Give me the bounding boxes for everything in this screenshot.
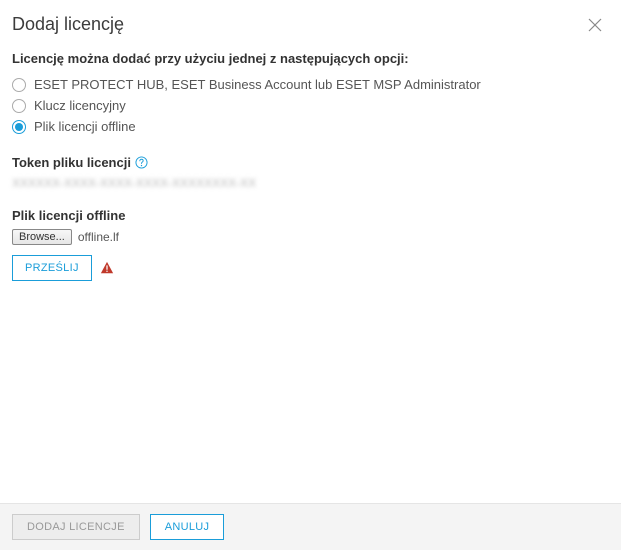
radio-option-offline[interactable]: Plik licencji offline xyxy=(12,116,609,137)
dialog-content: Licencję można dodać przy użyciu jednej … xyxy=(0,51,621,281)
file-row: Browse... offline.lf xyxy=(12,229,609,245)
file-name: offline.lf xyxy=(78,230,119,244)
browse-button[interactable]: Browse... xyxy=(12,229,72,245)
radio-icon xyxy=(12,99,26,113)
token-group: Token pliku licencji XXXXXX-XXXX-XXXX-XX… xyxy=(12,155,609,190)
upload-row: PRZEŚLIJ xyxy=(12,255,609,281)
help-icon[interactable] xyxy=(135,156,148,169)
file-group: Plik licencji offline Browse... offline.… xyxy=(12,208,609,281)
token-label: Token pliku licencji xyxy=(12,155,131,170)
token-label-row: Token pliku licencji xyxy=(12,155,609,170)
cancel-button[interactable]: ANULUJ xyxy=(150,514,225,540)
radio-label: Plik licencji offline xyxy=(34,119,136,134)
radio-icon xyxy=(12,78,26,92)
close-icon xyxy=(588,18,602,32)
upload-button[interactable]: PRZEŚLIJ xyxy=(12,255,92,281)
file-label: Plik licencji offline xyxy=(12,208,609,223)
options-heading: Licencję można dodać przy użyciu jednej … xyxy=(12,51,609,66)
radio-icon-selected xyxy=(12,120,26,134)
close-button[interactable] xyxy=(585,15,605,35)
token-value: XXXXXX-XXXX-XXXX-XXXX-XXXXXXXX-XX xyxy=(12,176,609,190)
dialog-title: Dodaj licencję xyxy=(12,14,124,35)
radio-label: Klucz licencyjny xyxy=(34,98,126,113)
dialog-footer: DODAJ LICENCJE ANULUJ xyxy=(0,503,621,550)
dialog-header: Dodaj licencję xyxy=(0,0,621,45)
warning-icon xyxy=(100,261,114,275)
radio-label: ESET PROTECT HUB, ESET Business Account … xyxy=(34,77,481,92)
submit-button[interactable]: DODAJ LICENCJE xyxy=(12,514,140,540)
radio-option-hub[interactable]: ESET PROTECT HUB, ESET Business Account … xyxy=(12,74,609,95)
radio-option-key[interactable]: Klucz licencyjny xyxy=(12,95,609,116)
